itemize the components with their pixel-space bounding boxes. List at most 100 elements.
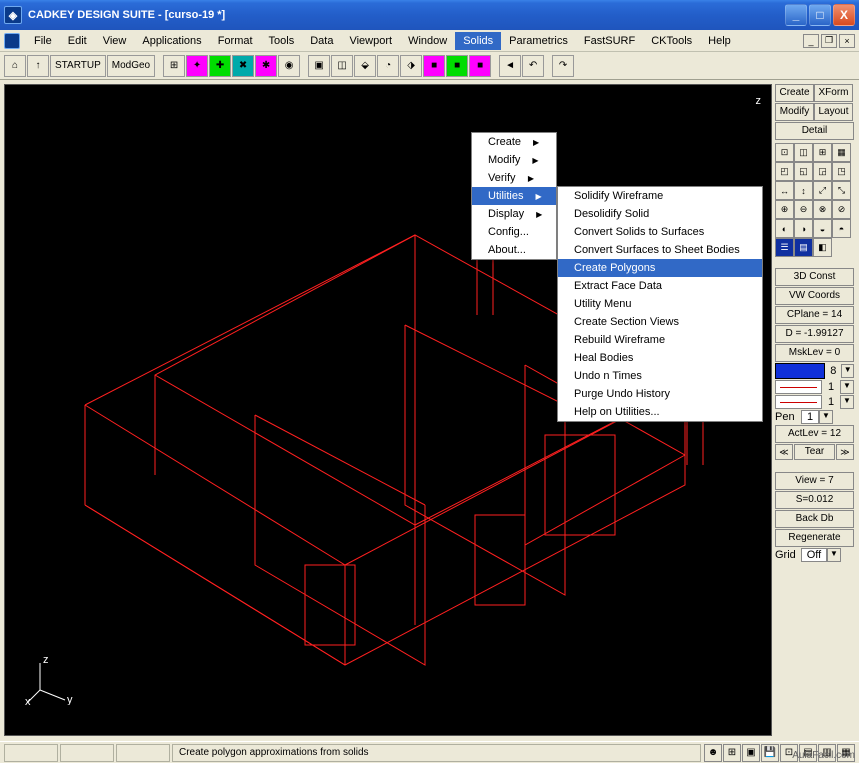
menu-applications[interactable]: Applications bbox=[134, 32, 209, 50]
side-layout-button[interactable]: Layout bbox=[814, 103, 853, 121]
tool-back-icon[interactable]: ◄ bbox=[499, 55, 521, 77]
tool-a-icon[interactable]: ▣ bbox=[308, 55, 330, 77]
side-icon[interactable]: ⊕ bbox=[775, 200, 794, 219]
menu-edit[interactable]: Edit bbox=[60, 32, 95, 50]
dropdown-icon[interactable]: ▼ bbox=[840, 380, 854, 394]
menu-item-about[interactable]: About... bbox=[472, 241, 556, 259]
side-icon[interactable]: ◧ bbox=[813, 238, 832, 257]
tool-g-icon[interactable]: ■ bbox=[446, 55, 468, 77]
menu-item-display[interactable]: Display bbox=[472, 205, 556, 223]
tool-up-icon[interactable]: ↑ bbox=[27, 55, 49, 77]
mdi-restore-button[interactable]: ❐ bbox=[821, 34, 837, 48]
side-cplane[interactable]: CPlane = 14 bbox=[775, 306, 854, 324]
tool-modgeo[interactable]: ModGeo bbox=[107, 55, 155, 77]
side-icon[interactable]: ⤢ bbox=[813, 181, 832, 200]
submenu-create-section-views[interactable]: Create Section Views bbox=[558, 313, 762, 331]
tool-h-icon[interactable]: ■ bbox=[469, 55, 491, 77]
menu-item-config[interactable]: Config... bbox=[472, 223, 556, 241]
status-icon[interactable]: ☻ bbox=[704, 744, 722, 762]
menu-item-utilities[interactable]: Utilities bbox=[472, 187, 556, 205]
side-icon[interactable]: ◐ bbox=[775, 219, 794, 238]
menu-item-verify[interactable]: Verify bbox=[472, 169, 556, 187]
tool-undo-icon[interactable]: ↶ bbox=[522, 55, 544, 77]
side-icon[interactable]: ↕ bbox=[794, 181, 813, 200]
tool-color2-icon[interactable]: ✚ bbox=[209, 55, 231, 77]
side-view[interactable]: View = 7 bbox=[775, 472, 854, 490]
dropdown-icon[interactable]: ▼ bbox=[827, 548, 841, 562]
menu-help[interactable]: Help bbox=[700, 32, 739, 50]
side-icon[interactable]: ◲ bbox=[813, 162, 832, 181]
menu-fastsurf[interactable]: FastSURF bbox=[576, 32, 643, 50]
side-pen-row[interactable]: Pen1▼ bbox=[775, 410, 854, 424]
side-icon[interactable]: ⤡ bbox=[832, 181, 851, 200]
dropdown-icon[interactable]: ▼ bbox=[840, 395, 854, 409]
tool-d-icon[interactable]: ◔ bbox=[377, 55, 399, 77]
tool-color1-icon[interactable]: ✦ bbox=[186, 55, 208, 77]
menu-data[interactable]: Data bbox=[302, 32, 341, 50]
menu-view[interactable]: View bbox=[95, 32, 135, 50]
mdi-minimize-button[interactable]: _ bbox=[803, 34, 819, 48]
maximize-button[interactable]: □ bbox=[809, 4, 831, 26]
side-color-row[interactable]: 8▼ bbox=[775, 363, 854, 379]
submenu-solidify-wireframe[interactable]: Solidify Wireframe bbox=[558, 187, 762, 205]
side-modify-button[interactable]: Modify bbox=[775, 103, 814, 121]
submenu-desolidify-solid[interactable]: Desolidify Solid bbox=[558, 205, 762, 223]
status-icon[interactable]: ⊞ bbox=[723, 744, 741, 762]
tool-c-icon[interactable]: ⬙ bbox=[354, 55, 376, 77]
side-icon[interactable]: ⊘ bbox=[832, 200, 851, 219]
side-icon[interactable]: ▦ bbox=[832, 143, 851, 162]
menu-item-create[interactable]: Create bbox=[472, 133, 556, 151]
side-icon[interactable]: ⊖ bbox=[794, 200, 813, 219]
tool-b-icon[interactable]: ◫ bbox=[331, 55, 353, 77]
submenu-extract-face-data[interactable]: Extract Face Data bbox=[558, 277, 762, 295]
menu-parametrics[interactable]: Parametrics bbox=[501, 32, 576, 50]
side-icon[interactable]: ◰ bbox=[775, 162, 794, 181]
submenu-rebuild-wireframe[interactable]: Rebuild Wireframe bbox=[558, 331, 762, 349]
side-scale[interactable]: S=0.012 bbox=[775, 491, 854, 509]
side-icon[interactable]: ▤ bbox=[794, 238, 813, 257]
side-d[interactable]: D = -1.99127 bbox=[775, 325, 854, 343]
tear-prev-button[interactable]: ≪ bbox=[775, 444, 793, 460]
tool-color4-icon[interactable]: ✱ bbox=[255, 55, 277, 77]
side-create-button[interactable]: Create bbox=[775, 84, 814, 102]
minimize-button[interactable]: _ bbox=[785, 4, 807, 26]
tool-e-icon[interactable]: ⬗ bbox=[400, 55, 422, 77]
dropdown-icon[interactable]: ▼ bbox=[819, 410, 833, 424]
side-icon[interactable]: ◑ bbox=[794, 219, 813, 238]
menu-window[interactable]: Window bbox=[400, 32, 455, 50]
side-icon[interactable]: ◫ bbox=[794, 143, 813, 162]
tool-startup[interactable]: STARTUP bbox=[50, 55, 106, 77]
side-vwcoords[interactable]: VW Coords bbox=[775, 287, 854, 305]
submenu-utility-menu[interactable]: Utility Menu bbox=[558, 295, 762, 313]
submenu-help-utilities[interactable]: Help on Utilities... bbox=[558, 403, 762, 421]
status-icon[interactable]: ▣ bbox=[742, 744, 760, 762]
side-icon[interactable]: ◒ bbox=[813, 219, 832, 238]
mdi-close-button[interactable]: × bbox=[839, 34, 855, 48]
side-icon[interactable]: ◓ bbox=[832, 219, 851, 238]
side-regenerate[interactable]: Regenerate bbox=[775, 529, 854, 547]
side-icon[interactable]: ↔ bbox=[775, 181, 794, 200]
side-icon[interactable]: ☰ bbox=[775, 238, 794, 257]
status-save-icon[interactable]: 💾 bbox=[761, 744, 779, 762]
side-backdb[interactable]: Back Db bbox=[775, 510, 854, 528]
tear-next-button[interactable]: ≫ bbox=[836, 444, 854, 460]
tool-home-icon[interactable]: ⌂ bbox=[4, 55, 26, 77]
submenu-convert-surfaces-sheet[interactable]: Convert Surfaces to Sheet Bodies bbox=[558, 241, 762, 259]
tool-f-icon[interactable]: ■ bbox=[423, 55, 445, 77]
side-3dconst[interactable]: 3D Const bbox=[775, 268, 854, 286]
side-lineweight-row[interactable]: 1▼ bbox=[775, 395, 854, 409]
tool-color3-icon[interactable]: ✖ bbox=[232, 55, 254, 77]
submenu-heal-bodies[interactable]: Heal Bodies bbox=[558, 349, 762, 367]
menu-viewport[interactable]: Viewport bbox=[341, 32, 400, 50]
submenu-convert-solids-surfaces[interactable]: Convert Solids to Surfaces bbox=[558, 223, 762, 241]
tool-dim-icon[interactable]: ⊞ bbox=[163, 55, 185, 77]
menu-file[interactable]: File bbox=[26, 32, 60, 50]
side-msklev[interactable]: MskLev = 0 bbox=[775, 344, 854, 362]
side-grid-row[interactable]: GridOff▼ bbox=[775, 548, 854, 562]
submenu-create-polygons[interactable]: Create Polygons bbox=[558, 259, 762, 277]
tool-cube-icon[interactable]: ◉ bbox=[278, 55, 300, 77]
side-icon[interactable]: ⊡ bbox=[775, 143, 794, 162]
submenu-purge-undo[interactable]: Purge Undo History bbox=[558, 385, 762, 403]
side-detail-button[interactable]: Detail bbox=[775, 122, 854, 140]
side-icon[interactable]: ⊗ bbox=[813, 200, 832, 219]
